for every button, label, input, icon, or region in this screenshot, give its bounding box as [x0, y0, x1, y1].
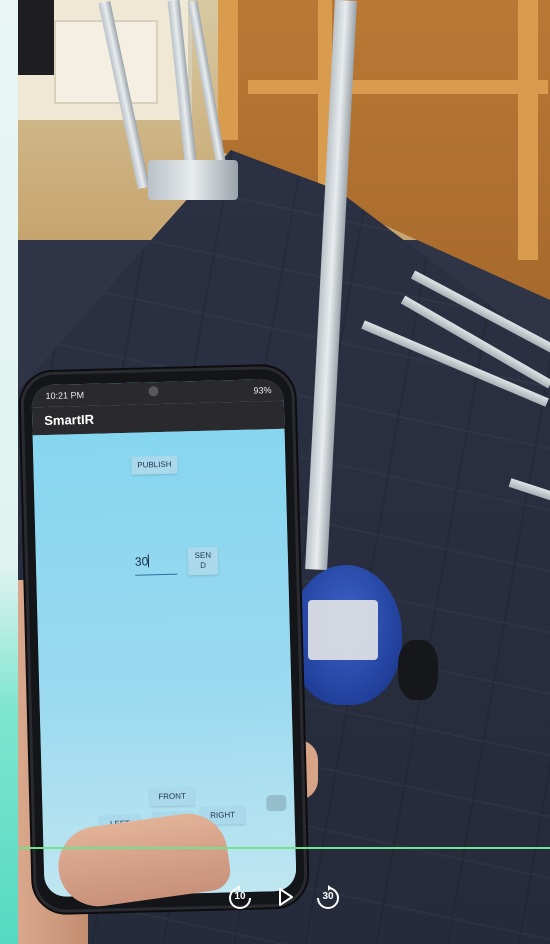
status-time: 10:21 PM [45, 390, 85, 402]
forward-label: 30 [322, 891, 334, 902]
side-panel [0, 0, 18, 944]
camera-icon [266, 794, 287, 812]
input-value: 30 [134, 554, 149, 569]
text-cursor [148, 554, 150, 568]
robot-bracket [308, 600, 378, 660]
send-button[interactable]: SEN D [187, 546, 219, 576]
front-button[interactable]: FRONT [149, 787, 195, 807]
play-button[interactable] [274, 886, 296, 908]
video-frame: 10:21 PM 93% SmartIR PUBLISH 30 SEN D FR… [18, 0, 550, 944]
rewind-label: 10 [234, 891, 246, 902]
robot-wheel [398, 640, 438, 700]
play-icon [279, 888, 293, 906]
app-title: SmartIR [44, 411, 95, 429]
stand-base [148, 160, 238, 200]
front-camera-icon [148, 386, 159, 397]
publish-button[interactable]: PUBLISH [131, 455, 178, 475]
forward-30-button[interactable]: 30 [314, 884, 342, 912]
battery-indicator: 93% [253, 385, 272, 396]
rewind-10-button[interactable]: 10 [226, 884, 254, 912]
video-progress-bar[interactable] [18, 847, 550, 849]
send-label-line2: D [200, 560, 207, 571]
value-input[interactable]: 30 [134, 553, 178, 576]
send-label-line1: SEN [194, 550, 212, 561]
